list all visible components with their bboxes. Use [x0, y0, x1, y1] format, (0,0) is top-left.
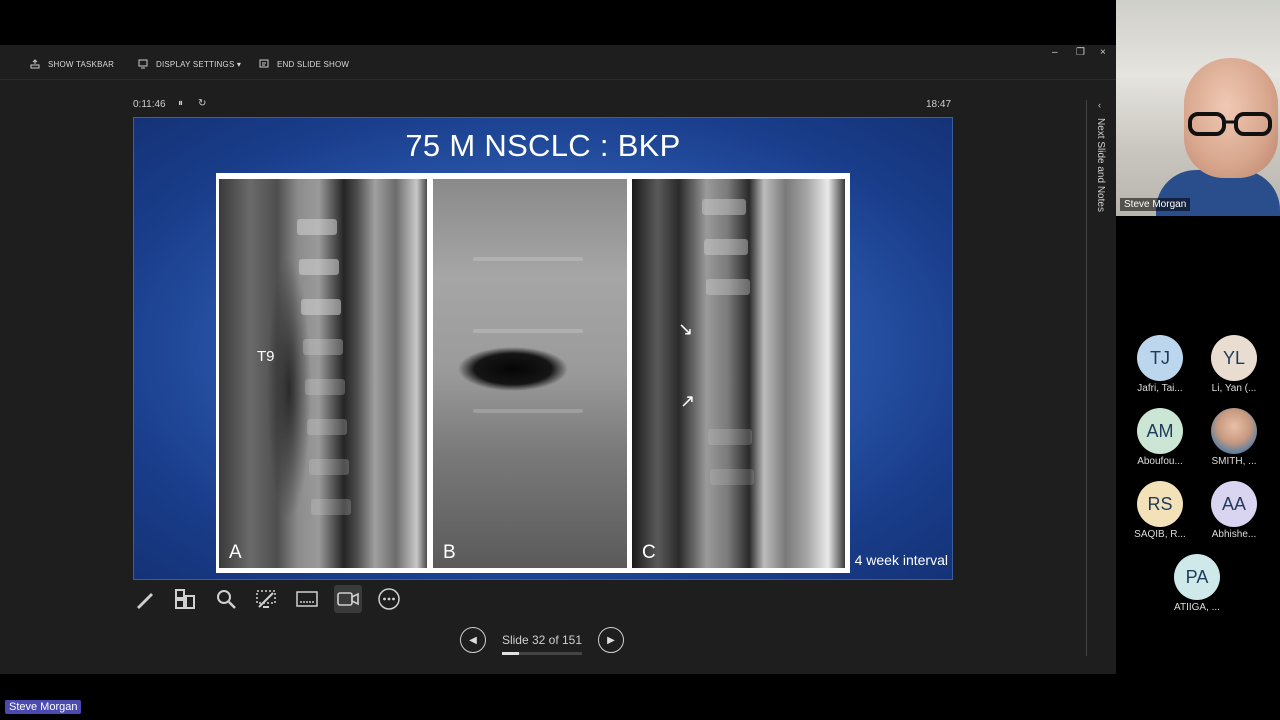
end-slide-show-label: END SLIDE SHOW	[277, 59, 350, 69]
display-settings-button[interactable]: DISPLAY SETTINGS ▾	[138, 56, 241, 72]
participant-photo	[1211, 408, 1257, 454]
participant-tile[interactable]: AA Abhishe...	[1197, 481, 1271, 540]
grid-icon	[175, 589, 195, 609]
subtitles-icon	[296, 591, 318, 607]
participant-avatar: AA	[1211, 481, 1257, 527]
interval-caption: 4 week interval	[854, 552, 948, 568]
participant-name: SMITH, ...	[1211, 456, 1257, 467]
participant-avatar: TJ	[1137, 335, 1183, 381]
presenter-toolbar: SHOW TASKBAR DISPLAY SETTINGS ▾ END SLID…	[0, 45, 1116, 80]
participant-name: Abhishe...	[1211, 529, 1257, 540]
vertebra	[704, 239, 748, 255]
participant-name: SAQIB, R...	[1134, 529, 1186, 540]
participant-avatar: PA	[1174, 554, 1220, 600]
minimize-button[interactable]: –	[1052, 47, 1058, 58]
panel-label-a: A	[229, 542, 242, 563]
vertebra	[311, 499, 351, 515]
vertebra	[301, 299, 341, 315]
pointer-icon	[256, 590, 276, 608]
pause-timer-button[interactable]: ⏸	[178, 98, 183, 109]
display-settings-label: DISPLAY SETTINGS ▾	[156, 59, 242, 69]
participant-tile[interactable]: PA ATIIGA, ...	[1160, 554, 1234, 613]
black-screen-button[interactable]	[252, 585, 280, 613]
side-panel-divider[interactable]	[1086, 100, 1087, 656]
zoom-button[interactable]	[212, 585, 240, 613]
vertebra	[307, 419, 347, 435]
participant-name: ATIIGA, ...	[1174, 602, 1220, 613]
vertebra	[303, 339, 343, 355]
pen-icon	[137, 593, 153, 609]
panel-label-c: C	[642, 542, 656, 563]
vertebra	[305, 379, 345, 395]
mri-panel-a: T9 A	[219, 179, 427, 568]
collapse-notes-icon[interactable]: ‹	[1098, 100, 1101, 110]
participant-avatar: RS	[1137, 481, 1183, 527]
camera-toggle-button[interactable]	[334, 585, 362, 613]
slide-counter: Slide 32 of 151	[501, 633, 583, 647]
participant-tile[interactable]: AM Aboufou...	[1123, 408, 1197, 467]
camera-icon	[337, 592, 359, 606]
previous-slide-button[interactable]: ◀	[460, 627, 486, 653]
arrow-down-right-icon: ↘	[678, 319, 694, 339]
endplate	[473, 329, 583, 333]
participant-name: Li, Yan (...	[1211, 383, 1257, 394]
participant-name: Jafri, Tai...	[1137, 383, 1183, 394]
taskbar-icon	[30, 59, 40, 69]
reset-timer-button[interactable]: ↻	[198, 98, 206, 109]
participant-tile[interactable]: SMITH, ...	[1197, 408, 1271, 467]
vertebra	[309, 459, 349, 475]
vertebra	[710, 469, 754, 485]
monitor-icon	[138, 59, 148, 69]
participant-tile[interactable]: TJ Jafri, Tai...	[1123, 335, 1197, 394]
glasses-icon	[1188, 112, 1272, 136]
participant-tile[interactable]: YL Li, Yan (...	[1197, 335, 1271, 394]
vertebra	[708, 429, 752, 445]
participant-name: Aboufou...	[1137, 456, 1183, 467]
mri-image-frame: T9 A B ↘ ↗ C	[216, 173, 850, 573]
end-slide-show-button[interactable]: END SLIDE SHOW	[259, 56, 349, 72]
end-show-icon	[259, 59, 269, 68]
slide-progress-bar	[502, 652, 582, 655]
more-options-button[interactable]	[375, 585, 403, 613]
arrow-up-right-icon: ↗	[680, 391, 696, 411]
more-icon	[378, 588, 400, 610]
vertebra	[299, 259, 339, 275]
slide-progress-fill	[502, 652, 519, 655]
show-taskbar-button[interactable]: SHOW TASKBAR	[30, 56, 114, 72]
participant-tile[interactable]: RS SAQIB, R...	[1123, 481, 1197, 540]
subtitles-button[interactable]	[293, 585, 321, 613]
close-button[interactable]: ×	[1100, 47, 1106, 58]
vertebra	[297, 219, 337, 235]
pen-tool-button[interactable]	[131, 585, 159, 613]
current-slide[interactable]: 75 M NSCLC : BKP T9 A B ↘ ↗ C 4 week int…	[133, 117, 953, 580]
endplate	[473, 409, 583, 413]
next-slide-notes-label[interactable]: Next Slide and Notes	[1095, 118, 1106, 212]
slide-title: 75 M NSCLC : BKP	[405, 128, 681, 163]
self-name-tag: Steve Morgan	[5, 700, 82, 714]
participant-avatar: AM	[1137, 408, 1183, 454]
chevron-right-icon: ▶	[607, 634, 615, 646]
mri-panel-c: ↘ ↗ C	[632, 179, 845, 568]
restore-button[interactable]: ❐	[1076, 47, 1085, 58]
chevron-left-icon: ◀	[469, 634, 477, 646]
vertebra-level-label: T9	[257, 348, 275, 365]
vertebra	[702, 199, 746, 215]
clock: 18:47	[926, 99, 952, 110]
meeting-gallery: Steve Morgan TJ Jafri, Tai... YL Li, Yan (.…	[1116, 0, 1280, 720]
next-slide-button[interactable]: ▶	[598, 627, 624, 653]
active-speaker-video[interactable]: Steve Morgan	[1116, 0, 1280, 216]
endplate	[473, 257, 583, 261]
panel-label-b: B	[443, 542, 456, 563]
presenter-view: SHOW TASKBAR DISPLAY SETTINGS ▾ END SLID…	[0, 45, 1116, 674]
show-taskbar-label: SHOW TASKBAR	[48, 59, 115, 69]
see-all-slides-button[interactable]	[171, 585, 199, 613]
speaker-name-tag: Steve Morgan	[1120, 198, 1191, 211]
vertebra	[706, 279, 750, 295]
zoom-icon	[217, 590, 236, 609]
elapsed-timer: 0:11:46	[133, 99, 166, 110]
mri-panel-b: B	[433, 179, 627, 568]
participant-avatar: YL	[1211, 335, 1257, 381]
